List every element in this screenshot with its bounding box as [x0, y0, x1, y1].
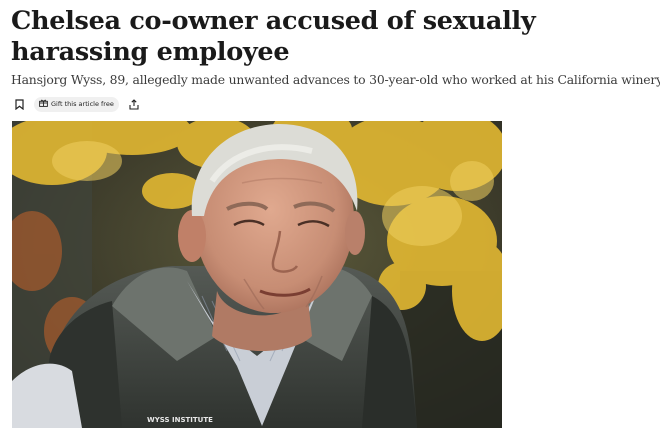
- gift-icon: [39, 99, 48, 109]
- gift-article-label: Gift this article free: [51, 100, 114, 108]
- article-photo: WYSS INSTITUTE: [12, 121, 502, 428]
- article-actions: Gift this article free: [11, 96, 142, 112]
- bookmark-icon[interactable]: [11, 96, 27, 112]
- article-headline: Chelsea co-owner accused of sexually har…: [11, 6, 536, 67]
- jacket-logo-text: WYSS INSTITUTE: [147, 416, 213, 424]
- share-icon[interactable]: [126, 96, 142, 112]
- article-standfirst: Hansjorg Wyss, 89, allegedly made unwant…: [11, 72, 660, 87]
- gift-article-button[interactable]: Gift this article free: [34, 96, 119, 112]
